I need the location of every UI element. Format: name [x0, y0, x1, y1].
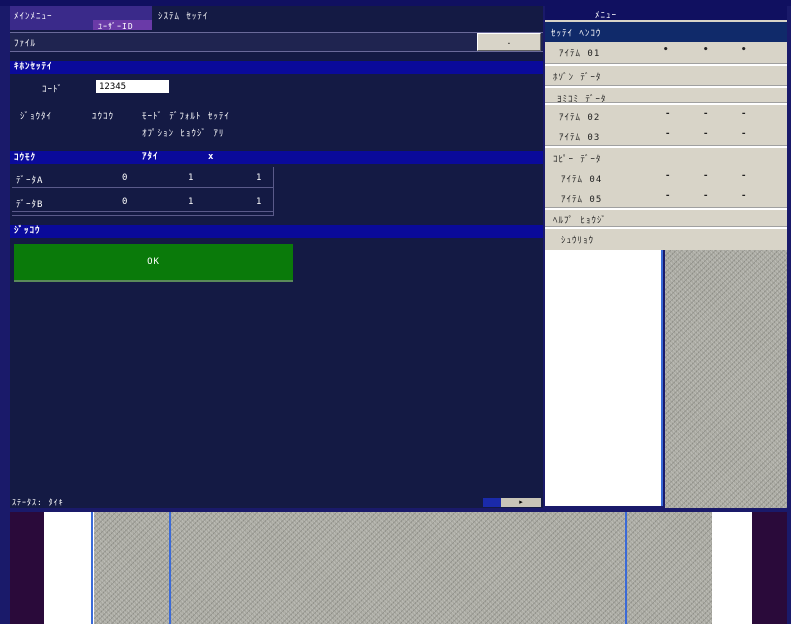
white-panel: [545, 250, 662, 506]
header-right-label: ｼｽﾃﾑ ｾｯﾃｲ: [158, 12, 209, 22]
code-input[interactable]: [96, 80, 169, 93]
menu-item-4[interactable]: ｱｲﾃﾑ 04 - - -: [545, 168, 787, 188]
menu-item-mark: -: [741, 129, 748, 139]
menu-item-label: ﾎｿﾞﾝ ﾃﾞｰﾀ: [553, 73, 602, 83]
menu-header-label: ﾒﾆｭｰ: [595, 11, 618, 21]
scrollbar-thumb[interactable]: [483, 498, 501, 507]
section-header-basic: ｷﾎﾝｾｯﾃｲ: [10, 61, 543, 74]
code-input-label: ｺｰﾄﾞ: [42, 85, 64, 95]
table-cell-c: 1: [256, 173, 263, 183]
table-row[interactable]: ﾃﾞｰﾀB 0 1 1: [12, 191, 273, 212]
menu-item-copy[interactable]: ｺﾋﾟｰ ﾃﾞｰﾀ: [545, 148, 787, 168]
menu-item-label: ｱｲﾃﾑ 03: [559, 133, 601, 143]
menu-item-label: ｱｲﾃﾑ 02: [559, 113, 601, 123]
bottom-purple-block-right: [752, 512, 787, 624]
table-cell-name: ﾃﾞｰﾀB: [16, 200, 44, 210]
menu-item-2[interactable]: ｱｲﾃﾑ 02 - - -: [545, 106, 787, 126]
table-cell-b: 1: [188, 197, 195, 207]
menu-item-label: ｱｲﾃﾑ 05: [561, 195, 603, 205]
mode-text: ﾓｰﾄﾞ ﾃﾞﾌｫﾙﾄ ｾｯﾃｲ: [142, 112, 230, 122]
menu-item-mark: -: [665, 129, 672, 139]
menu-item-save[interactable]: ﾎｿﾞﾝ ﾃﾞｰﾀ: [545, 66, 787, 86]
bottom-divider-line: [91, 512, 93, 624]
status-row-label: ｼﾞｮｳﾀｲ: [20, 112, 53, 122]
user-id-label: ﾕｰｻﾞｰID: [98, 22, 134, 31]
execute-button[interactable]: OK: [14, 244, 293, 282]
menu-item-mark: -: [741, 191, 748, 201]
menu-bar-button[interactable]: .: [477, 33, 541, 51]
menu-item-mark: -: [741, 109, 748, 119]
menu-item-mark: -: [703, 171, 710, 181]
dropdown-menu: ｾｯﾃｲ ﾍﾝｺｳ ｱｲﾃﾑ 01 • • • ﾎｿﾞﾝ ﾃﾞｰﾀ ﾖﾐｺﾐ ﾃ…: [545, 6, 787, 250]
table-cell-a: 0: [122, 173, 129, 183]
menu-item-mark: -: [665, 191, 672, 201]
menu-item-exit[interactable]: ｼｭｳﾘｮｳ: [545, 229, 787, 249]
scroll-button[interactable]: ▸: [501, 498, 541, 507]
window-title: ﾒｲﾝﾒﾆｭｰ: [14, 12, 53, 22]
menu-header: ﾒﾆｭｰ: [545, 6, 787, 21]
menu-separator: [545, 102, 787, 105]
menu-item-3[interactable]: ｱｲﾃﾑ 03 - - -: [545, 126, 787, 146]
table-cell-a: 0: [122, 197, 129, 207]
menu-item-mark: •: [663, 45, 670, 55]
bottom-divider-line: [169, 512, 171, 624]
panel-divider-line: [661, 250, 663, 506]
menu-item-mark: -: [703, 191, 710, 201]
bottom-divider-line: [625, 512, 627, 624]
table-header-col2: ｱﾀｲ: [142, 152, 159, 162]
table-cell-b: 1: [188, 173, 195, 183]
menu-item-label: ｼｭｳﾘｮｳ: [561, 236, 595, 246]
section-header-action: ｼﾞｯｺｳ: [10, 225, 543, 238]
menu-item-label: ｾｯﾃｲ ﾍﾝｺｳ: [551, 29, 602, 39]
option-text: ｵﾌﾟｼｮﾝ ﾋｮｳｼﾞ ｱﾘ: [142, 129, 225, 139]
status-text: ｽﾃｰﾀｽ: ﾀｲｷ: [12, 498, 64, 507]
table-row[interactable]: ﾃﾞｰﾀA 0 1 1: [12, 167, 273, 188]
table-cell-c: 1: [256, 197, 263, 207]
table-header-col3: x: [208, 152, 215, 162]
bottom-purple-block-left: [10, 512, 44, 624]
menu-item-1[interactable]: ｱｲﾃﾑ 01 • • •: [545, 42, 787, 62]
data-table: ﾃﾞｰﾀA 0 1 1 ﾃﾞｰﾀB 0 1 1: [12, 167, 274, 216]
menu-item-mark: •: [703, 45, 710, 55]
menu-item-mark: -: [665, 171, 672, 181]
background-texture-right: [665, 250, 787, 508]
menu-item-label: ﾍﾙﾌﾟ ﾋｮｳｼﾞ: [553, 216, 607, 226]
background-texture-bottom: [94, 512, 712, 624]
menu-item-mark: -: [665, 109, 672, 119]
menu-item-label: ｱｲﾃﾑ 04: [561, 175, 603, 185]
menu-item-mark: -: [703, 129, 710, 139]
menu-item-mark: •: [741, 45, 748, 55]
menu-item-load[interactable]: ﾖﾐｺﾐ ﾃﾞｰﾀ: [545, 88, 787, 108]
menu-item-settings[interactable]: ｾｯﾃｲ ﾍﾝｺｳ: [545, 22, 787, 42]
menu-item-5[interactable]: ｱｲﾃﾑ 05 - - -: [545, 188, 787, 208]
menu-bar: [10, 32, 543, 52]
menu-bar-label[interactable]: ﾌｧｲﾙ: [14, 36, 36, 49]
table-cell-name: ﾃﾞｰﾀA: [16, 176, 44, 186]
menu-item-mark: -: [703, 109, 710, 119]
menu-item-label: ｺﾋﾟｰ ﾃﾞｰﾀ: [553, 155, 602, 165]
section-header-table: ｺｳﾓｸ ｱﾀｲ x: [10, 151, 543, 164]
menu-item-label: ｱｲﾃﾑ 01: [559, 49, 601, 59]
status-row-value: ﾕｳｺｳ: [92, 112, 115, 122]
menu-item-mark: -: [741, 171, 748, 181]
table-section-label: ｺｳﾓｸ: [14, 153, 37, 163]
